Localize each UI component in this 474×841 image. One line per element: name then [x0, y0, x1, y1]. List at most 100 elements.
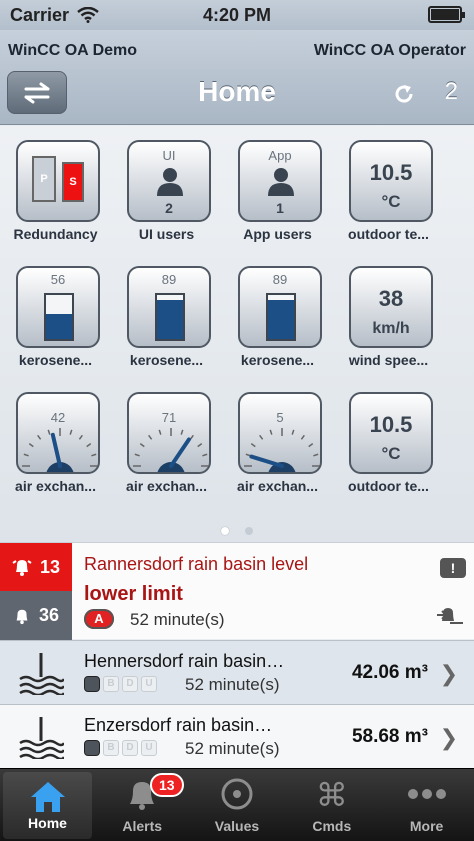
tile-air-exchange-2[interactable]: 71 air exchan... [111, 378, 222, 494]
tile-label: UI users [138, 226, 195, 242]
chevron-right-icon: ❯ [439, 725, 458, 750]
gauge-tick [250, 443, 256, 448]
tank-gauge [155, 293, 185, 341]
alert-time: 52 minute(s) [130, 610, 225, 629]
tab-label: Home [28, 815, 67, 831]
tile-unit: km/h [372, 320, 410, 337]
flag-b: B [103, 676, 119, 692]
flag-u: U [141, 740, 157, 756]
tile-label: Redundancy [13, 226, 98, 242]
gauge-tick [300, 434, 305, 440]
server-s-icon: S [62, 162, 84, 202]
value-reading: 58.68 m³ [351, 726, 428, 747]
tile-value: 56 [50, 272, 66, 287]
dashboard-grid: P S Redundancy UI 2 UI users App 1 App u… [0, 126, 474, 542]
gauge-tick [269, 429, 273, 435]
status-bar: Carrier 4:20 PM [0, 0, 474, 30]
bell-icon [16, 609, 28, 624]
tile-label: kerosene... [240, 352, 315, 368]
tank-level [46, 314, 72, 339]
gauge-tick [308, 443, 314, 448]
tile-unit: °C [381, 192, 401, 211]
refresh-icon[interactable] [392, 82, 416, 106]
flag-b: B [103, 740, 119, 756]
tile-outdoor-temp[interactable]: 10.5 °C outdoor te... [333, 126, 444, 242]
user-icon [268, 168, 294, 196]
tile-app-users[interactable]: App 1 App users [222, 126, 333, 242]
tab-alerts[interactable]: 13 Alerts [95, 769, 190, 841]
tile-kerosene-1[interactable]: 56 kerosene... [0, 252, 111, 368]
active-alerts-count: 13 [39, 556, 61, 577]
tab-cmds[interactable]: ⌘ Cmds [284, 769, 379, 841]
page-indicator[interactable] [0, 522, 474, 540]
flag-u: U [141, 676, 157, 692]
tile-caption: App [268, 148, 292, 163]
tile-value: 10.5 [369, 412, 413, 437]
status-flags: B D U [84, 740, 157, 756]
alert-subtitle: lower limit [84, 583, 183, 605]
total-alerts-badge[interactable]: 36 [0, 591, 72, 640]
project-title: WinCC OA Demo [8, 42, 138, 59]
server-s-label: S [69, 176, 77, 188]
alert-state-chip: A [84, 609, 114, 629]
tab-more[interactable]: More [379, 769, 474, 841]
tile-kerosene-3[interactable]: 89 kerosene... [222, 252, 333, 368]
gauge-needle [50, 432, 62, 468]
gauge-tick [189, 434, 194, 440]
status-flags: B D U [84, 676, 157, 692]
tile-redundancy[interactable]: P S Redundancy [0, 126, 111, 242]
tile-caption: UI [162, 148, 176, 163]
tile-wind-speed[interactable]: 38 km/h wind spee... [333, 252, 444, 368]
tile-value: 89 [161, 272, 177, 287]
tile-air-exchange-1[interactable]: 42 air exchan... [0, 378, 111, 494]
tile-value: 1 [276, 200, 284, 216]
tile-ui-users[interactable]: UI 2 UI users [111, 126, 222, 242]
tank-gauge [44, 293, 74, 341]
gauge-dial [244, 428, 320, 472]
home-icon [30, 782, 65, 812]
tab-home[interactable]: Home [3, 772, 92, 839]
carrier: Carrier [10, 5, 99, 26]
alerts-badge: 13 [149, 773, 184, 797]
tank-level [157, 299, 183, 339]
tile-unit: °C [381, 444, 401, 463]
tile-value: 89 [272, 272, 288, 287]
tile-kerosene-2[interactable]: 89 kerosene... [111, 252, 222, 368]
priority-icon: ! [440, 558, 466, 578]
nav-header: WinCC OA Demo WinCC OA Operator Home 2 [0, 30, 474, 125]
gauge-tick [134, 453, 140, 457]
status-indicator [84, 740, 100, 756]
status-indicator [84, 676, 100, 692]
value-row[interactable]: Enzersdorf rain basin… B D U 52 minute(s… [0, 704, 474, 768]
value-name: Enzersdorf rain basin… [84, 715, 273, 735]
gauge-tick [28, 443, 34, 448]
gauge-tick [91, 453, 97, 457]
value-row[interactable]: Hennersdorf rain basin… B D U 52 minute(… [0, 640, 474, 704]
alarm-bell-icon [12, 560, 32, 576]
value-name: Hennersdorf rain basin… [84, 651, 285, 671]
gauge-tick [23, 453, 29, 457]
acknowledge-icon[interactable] [436, 603, 464, 627]
tile-label: outdoor te... [348, 478, 429, 494]
tab-values[interactable]: Values [190, 769, 285, 841]
page-dot-2[interactable] [245, 527, 253, 535]
alert-panel[interactable]: 13 36 Rannersdorf rain basin level lower… [0, 542, 474, 640]
value-time: 52 minute(s) [185, 739, 280, 758]
active-alerts-badge[interactable]: 13 [0, 543, 72, 591]
water-level-icon [19, 653, 64, 695]
battery-icon [428, 6, 465, 23]
tile-label: wind spee... [348, 352, 429, 368]
gauge-tick [291, 429, 295, 435]
flag-d: D [122, 740, 138, 756]
gauge-tick [69, 429, 73, 435]
app-title: WinCC OA Operator [313, 42, 466, 59]
tile-outdoor-temp-2[interactable]: 10.5 °C outdoor te... [333, 378, 444, 494]
more-icon [407, 789, 446, 799]
tab-label: Values [214, 818, 260, 834]
gauge-tick [86, 443, 92, 448]
page-dot-1[interactable] [221, 527, 229, 535]
total-alerts-count: 36 [38, 605, 60, 625]
tile-air-exchange-3[interactable]: 5 air exchan... [222, 378, 333, 494]
gauge-needle [249, 454, 284, 468]
tab-label: Cmds [312, 818, 352, 834]
